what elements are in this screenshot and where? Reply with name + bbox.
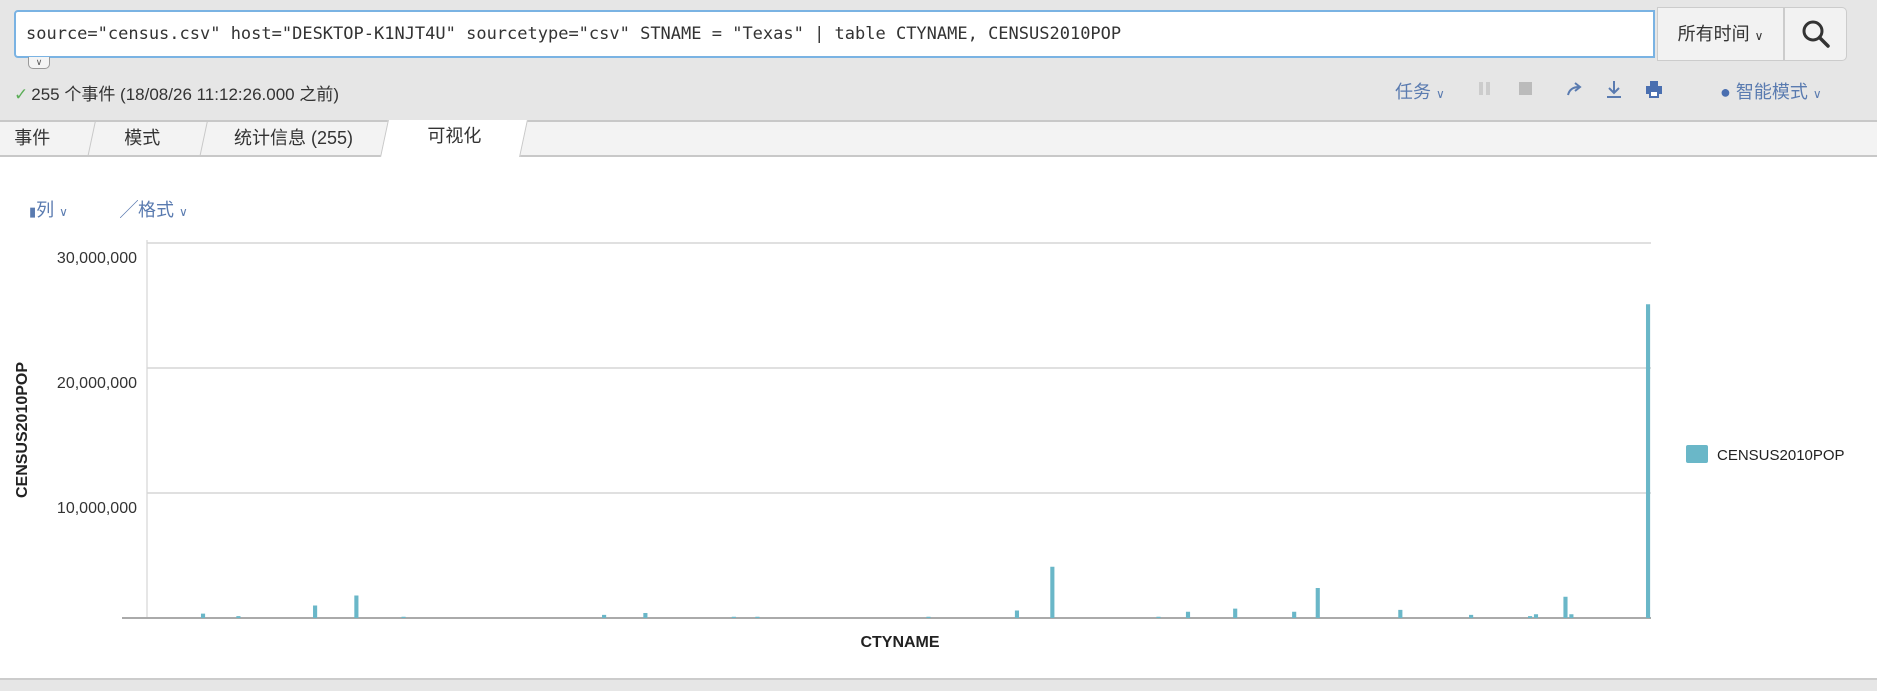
bar[interactable] — [1185, 611, 1191, 618]
y-axis-title: CENSUS2010POP — [14, 362, 31, 498]
chart-type-menu[interactable]: ▮列 ∨ — [29, 196, 68, 222]
time-range-label: 所有时间 — [1677, 24, 1750, 44]
stop-icon — [1519, 82, 1532, 95]
tab-events[interactable]: 事件 — [0, 122, 96, 157]
tab-patterns[interactable]: 模式 — [88, 122, 208, 157]
bar[interactable] — [1050, 566, 1055, 618]
tab-visualization[interactable]: 可视化 — [380, 120, 528, 157]
bar[interactable] — [236, 616, 241, 618]
bar[interactable] — [1533, 614, 1539, 618]
print-button[interactable] — [1645, 80, 1663, 103]
bar[interactable] — [1156, 616, 1161, 618]
chevron-down-icon: ∨ — [179, 205, 188, 219]
search-input[interactable]: source="census.csv" host="DESKTOP-K1NJT4… — [14, 10, 1655, 58]
event-count-text: 255 个事件 (18/08/26 11:12:26.000 之前) — [31, 85, 340, 104]
tab-label: 事件 — [14, 128, 51, 148]
y-tick-label: 30,000,000 — [57, 250, 137, 267]
results-tabs: 事件 模式 统计信息 (255) 可视化 — [0, 120, 1877, 157]
bar[interactable] — [1292, 611, 1297, 618]
y-tick-label: 10,000,000 — [57, 500, 137, 517]
job-menu-label: 任务 — [1395, 82, 1431, 102]
format-label: 格式 — [138, 200, 174, 220]
y-tick-label: 20,000,000 — [57, 375, 137, 392]
stop-button[interactable] — [1518, 80, 1534, 101]
bar[interactable] — [354, 595, 359, 619]
bar[interactable] — [1528, 616, 1533, 618]
bar[interactable] — [1645, 304, 1651, 618]
legend-label: CENSUS2010POP — [1717, 447, 1845, 464]
pause-button[interactable] — [1478, 80, 1492, 101]
search-mode-menu[interactable]: ● 智能模式 ∨ — [1720, 78, 1822, 104]
chart-type-label: 列 — [36, 200, 55, 220]
lightbulb-icon: ● — [1720, 82, 1731, 102]
chevron-down-icon: ∨ — [1436, 87, 1445, 101]
print-icon — [1646, 81, 1662, 98]
x-axis-title: CTYNAME — [860, 634, 939, 651]
search-mode-label: 智能模式 — [1735, 82, 1808, 102]
tab-statistics[interactable]: 统计信息 (255) — [204, 122, 384, 157]
bar[interactable] — [602, 614, 607, 618]
bar[interactable] — [643, 613, 648, 618]
resize-handle[interactable] — [0, 678, 1877, 691]
bar[interactable] — [731, 616, 736, 618]
legend-swatch — [1686, 445, 1708, 463]
bar[interactable] — [401, 616, 406, 618]
tab-label: 统计信息 (255) — [234, 128, 354, 148]
bar[interactable] — [313, 605, 318, 619]
job-menu[interactable]: 任务 ∨ — [1395, 78, 1445, 104]
bar[interactable] — [1315, 588, 1320, 618]
format-menu[interactable]: ╱格式 ∨ — [120, 196, 188, 222]
expand-search-toggle[interactable]: ∨ — [28, 57, 50, 69]
brush-icon: ╱ — [120, 200, 138, 220]
search-button[interactable] — [1784, 7, 1847, 61]
download-icon — [1607, 81, 1621, 98]
tab-label: 模式 — [124, 128, 161, 148]
bar[interactable] — [1233, 608, 1238, 618]
share-button[interactable] — [1565, 80, 1583, 103]
bar[interactable] — [200, 613, 206, 618]
chevron-down-icon: ∨ — [1754, 29, 1764, 43]
bar[interactable] — [755, 616, 760, 618]
bar[interactable] — [1569, 614, 1574, 618]
bar[interactable] — [926, 616, 931, 618]
chevron-down-icon: ∨ — [1812, 87, 1822, 101]
share-icon — [1567, 82, 1582, 96]
time-range-picker[interactable]: 所有时间 ∨ — [1657, 7, 1784, 61]
check-icon: ✓ — [14, 85, 29, 104]
export-button[interactable] — [1605, 80, 1623, 103]
bar[interactable] — [1398, 609, 1403, 618]
tab-label: 可视化 — [427, 126, 482, 146]
bar[interactable] — [1014, 610, 1020, 619]
search-icon — [1802, 20, 1830, 48]
event-count-status: ✓ 255 个事件 (18/08/26 11:12:26.000 之前) — [14, 80, 339, 105]
pause-icon — [1479, 82, 1490, 95]
chevron-down-icon: ∨ — [59, 205, 68, 219]
bar[interactable] — [1563, 596, 1568, 618]
bar[interactable] — [1469, 614, 1474, 618]
